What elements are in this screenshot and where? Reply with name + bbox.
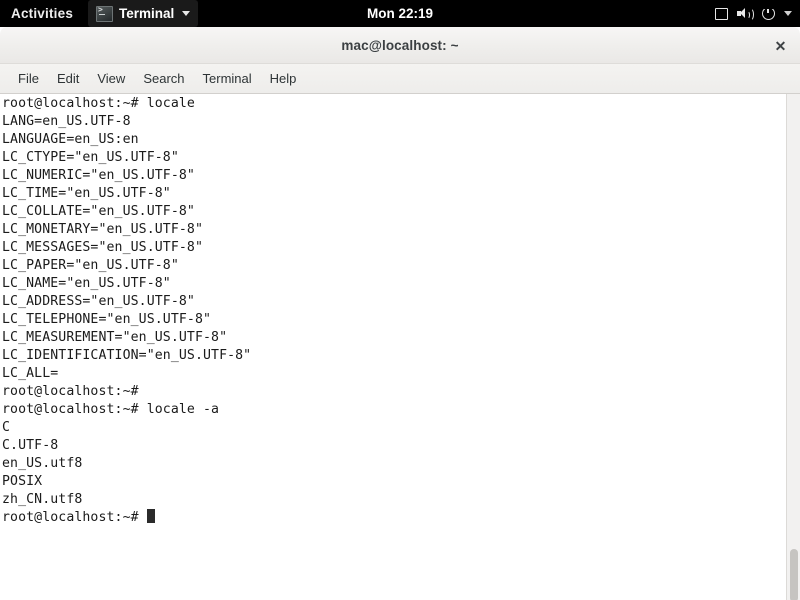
terminal-line: LC_TELEPHONE="en_US.UTF-8" xyxy=(2,312,212,327)
window-titlebar[interactable]: mac@localhost: ~ ✕ xyxy=(0,27,800,64)
desktop-screen: Activities Terminal Mon 22:19 mac@localh… xyxy=(0,0,800,600)
terminal-line: C.UTF-8 xyxy=(2,438,59,453)
terminal-line: POSIX xyxy=(2,474,43,489)
terminal-line: C xyxy=(2,420,11,435)
menu-item-edit[interactable]: Edit xyxy=(48,68,88,89)
terminal-line: root@localhost:~# xyxy=(2,384,139,399)
menu-bar: File Edit View Search Terminal Help xyxy=(0,64,800,94)
menu-item-view[interactable]: View xyxy=(88,68,134,89)
terminal-line: LC_MESSAGES="en_US.UTF-8" xyxy=(2,240,203,255)
terminal-line: LC_ALL= xyxy=(2,366,59,381)
terminal-line: root@localhost:~# locale xyxy=(2,96,195,111)
chevron-down-icon[interactable] xyxy=(784,11,792,16)
scrollbar-thumb[interactable] xyxy=(790,549,798,600)
volume-icon[interactable] xyxy=(737,7,754,21)
terminal-line: LC_CTYPE="en_US.UTF-8" xyxy=(2,150,179,165)
terminal-output-area[interactable]: root@localhost:~# locale LANG=en_US.UTF-8… xyxy=(0,94,800,600)
terminal-line: LC_ADDRESS="en_US.UTF-8" xyxy=(2,294,195,309)
terminal-scrollbar[interactable] xyxy=(786,94,800,600)
terminal-window: mac@localhost: ~ ✕ File Edit View Search… xyxy=(0,27,800,600)
menu-item-terminal[interactable]: Terminal xyxy=(194,68,261,89)
terminal-prompt-line: root@localhost:~# xyxy=(2,509,778,527)
terminal-line: LC_NUMERIC="en_US.UTF-8" xyxy=(2,168,195,183)
terminal-line: LC_MEASUREMENT="en_US.UTF-8" xyxy=(2,330,228,345)
chevron-down-icon xyxy=(182,11,191,16)
app-menu-button[interactable]: Terminal xyxy=(88,0,199,27)
terminal-line: LANGUAGE=en_US:en xyxy=(2,132,139,147)
terminal-line: LC_IDENTIFICATION="en_US.UTF-8" xyxy=(2,348,252,363)
menu-item-search[interactable]: Search xyxy=(134,68,193,89)
terminal-line: LC_PAPER="en_US.UTF-8" xyxy=(2,258,179,273)
display-icon[interactable] xyxy=(715,7,728,20)
menu-item-help[interactable]: Help xyxy=(261,68,306,89)
close-icon[interactable]: ✕ xyxy=(771,36,790,55)
terminal-line: root@localhost:~# locale -a xyxy=(2,402,220,417)
terminal-line: LC_COLLATE="en_US.UTF-8" xyxy=(2,204,195,219)
terminal-icon xyxy=(96,5,114,22)
window-title: mac@localhost: ~ xyxy=(341,37,459,53)
terminal-prompt: root@localhost:~# xyxy=(2,510,147,525)
activities-button[interactable]: Activities xyxy=(0,0,84,27)
terminal-text[interactable]: root@localhost:~# locale LANG=en_US.UTF-8… xyxy=(2,95,778,527)
terminal-cursor xyxy=(146,509,155,523)
terminal-line: LC_NAME="en_US.UTF-8" xyxy=(2,276,171,291)
power-icon[interactable] xyxy=(762,5,775,20)
terminal-line: LC_TIME="en_US.UTF-8" xyxy=(2,186,171,201)
app-menu-label: Terminal xyxy=(119,6,175,21)
terminal-line: zh_CN.utf8 xyxy=(2,492,83,507)
terminal-line: LC_MONETARY="en_US.UTF-8" xyxy=(2,222,203,237)
menu-item-file[interactable]: File xyxy=(9,68,48,89)
system-status-area[interactable] xyxy=(715,0,792,27)
terminal-line: en_US.utf8 xyxy=(2,456,83,471)
terminal-line: LANG=en_US.UTF-8 xyxy=(2,114,131,129)
gnome-top-bar: Activities Terminal Mon 22:19 xyxy=(0,0,800,27)
